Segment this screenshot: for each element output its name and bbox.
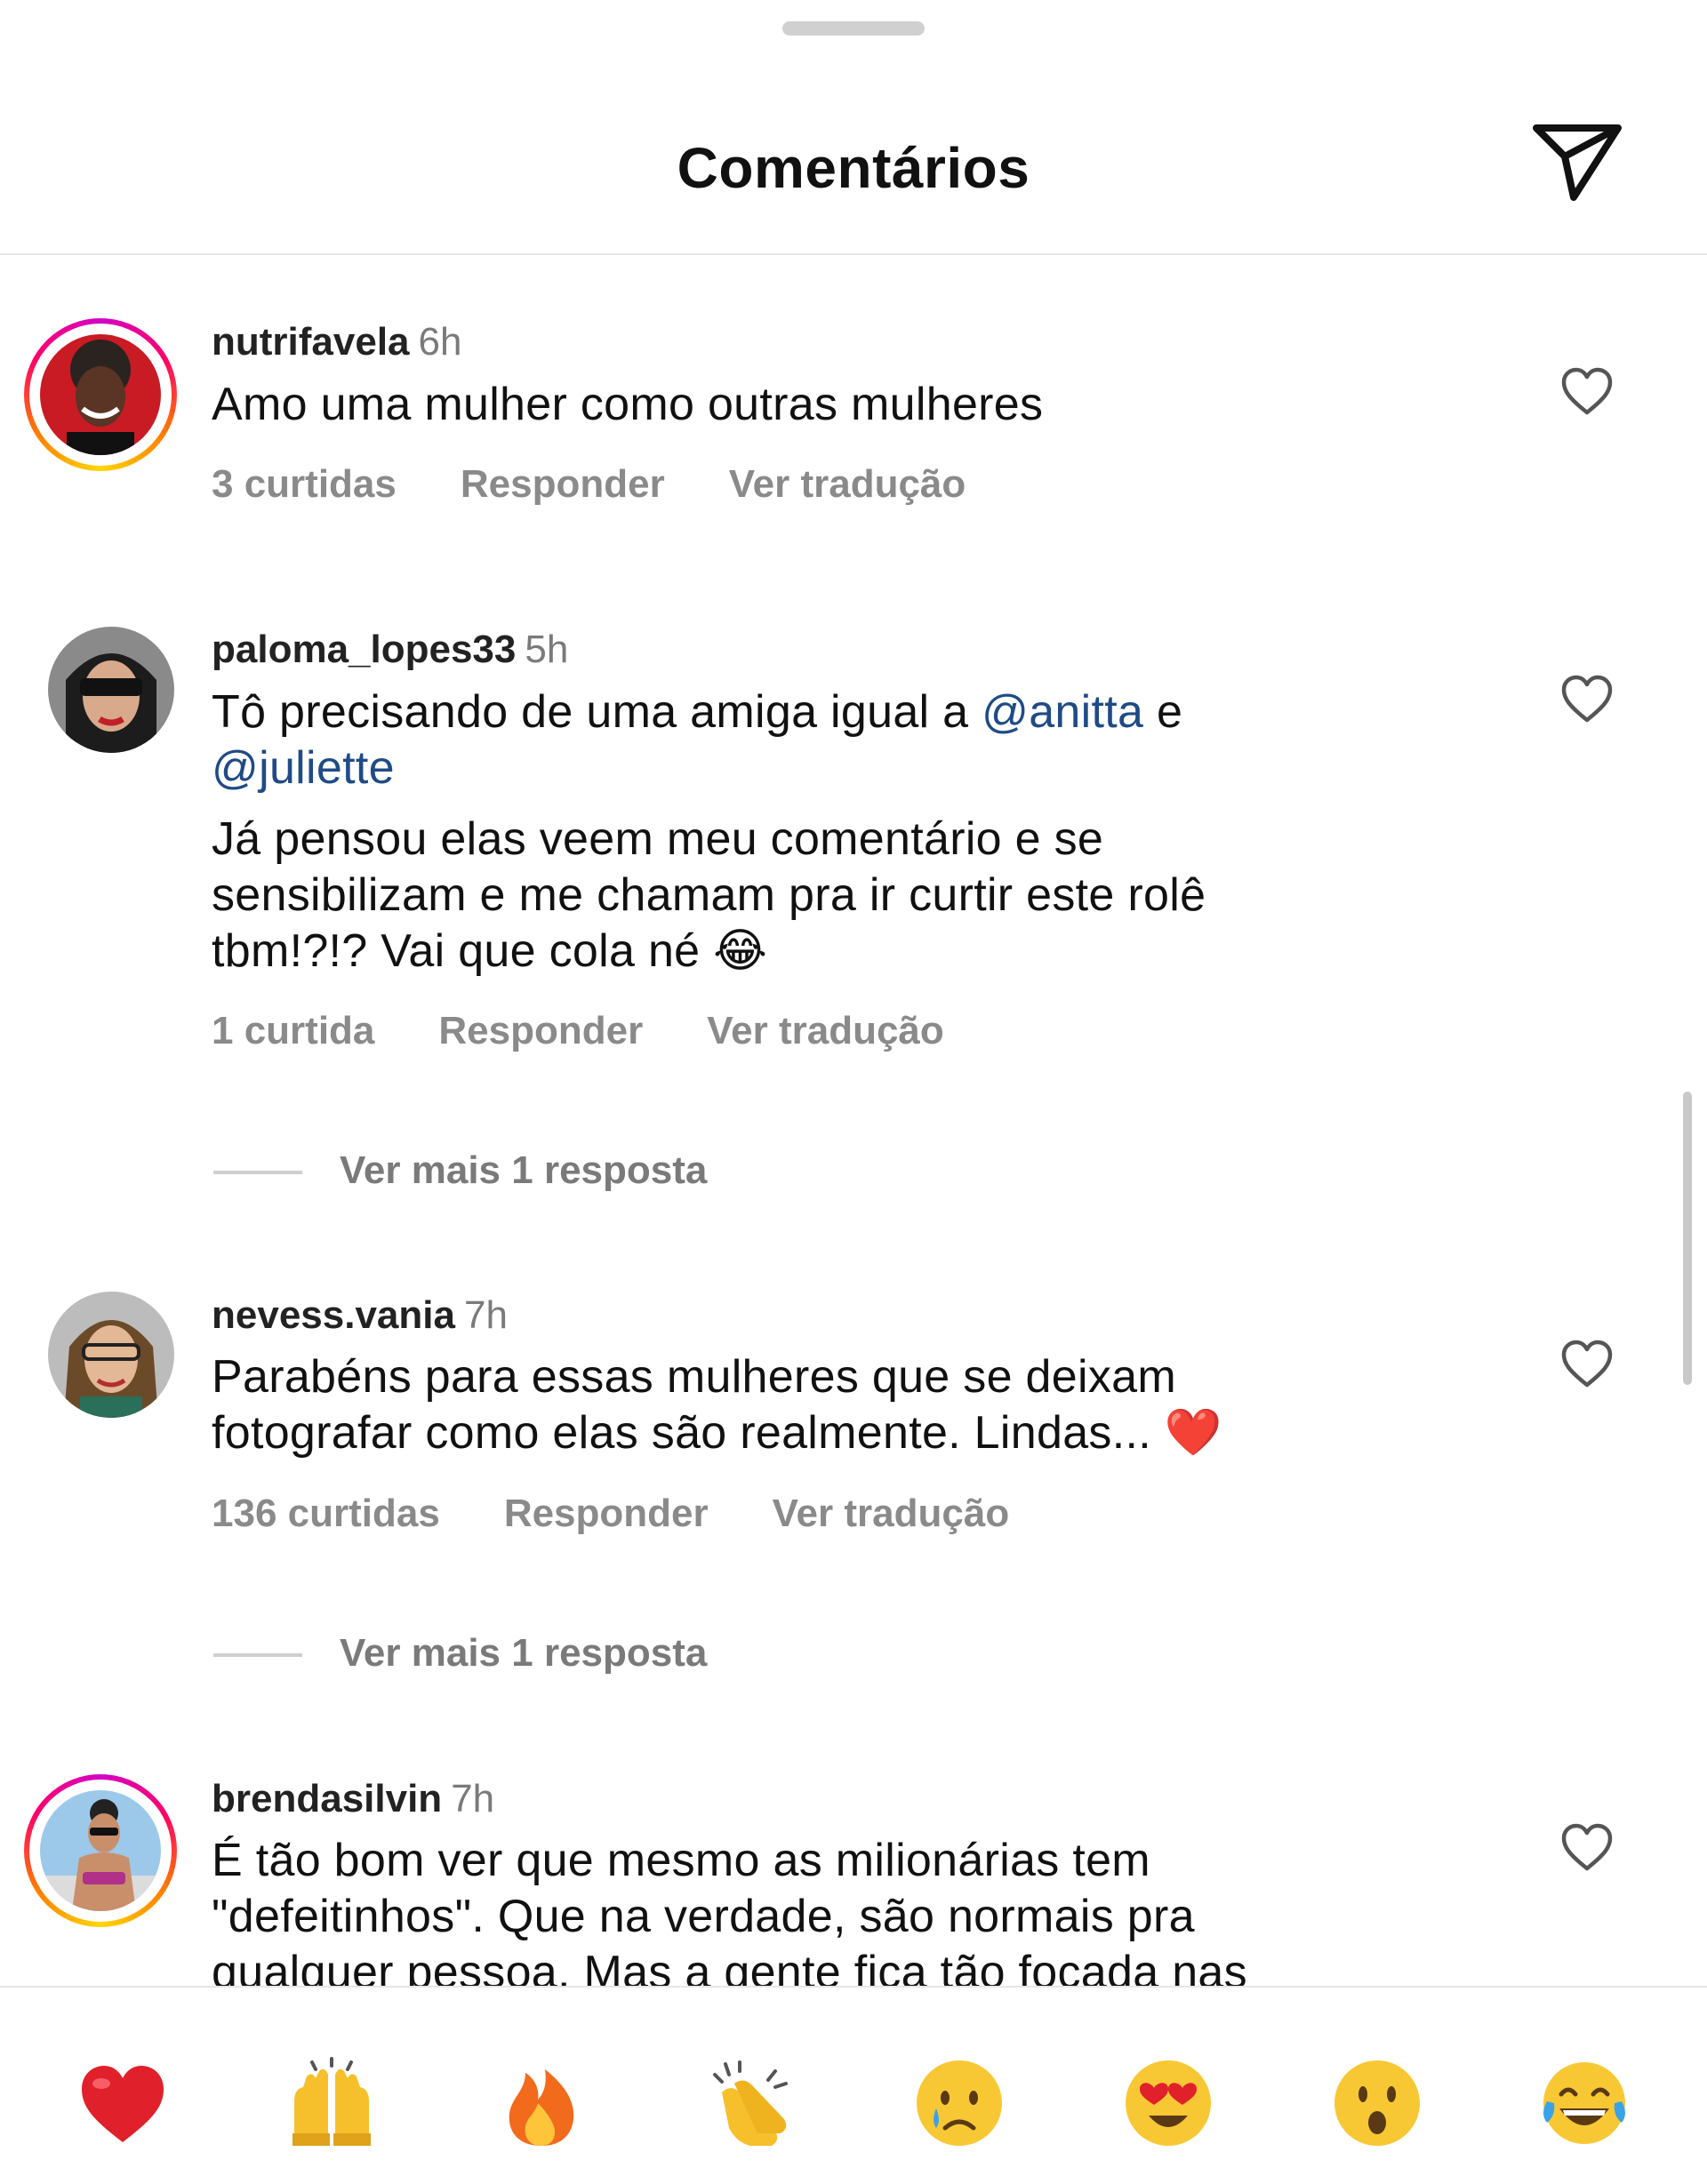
astonished-face-icon bbox=[1334, 2060, 1420, 2146]
comment-header: nutrifavela 6h bbox=[212, 317, 461, 367]
heart-outline-icon bbox=[1561, 675, 1613, 723]
thread-line bbox=[213, 1653, 302, 1658]
view-more-replies-label: Ver mais 1 resposta bbox=[340, 1148, 708, 1192]
mention-link[interactable]: @juliette bbox=[212, 742, 395, 794]
heart-outline-icon bbox=[1561, 367, 1613, 415]
likes-count[interactable]: 136 curtidas bbox=[212, 1492, 440, 1535]
comment-header: brendasilvin 7h bbox=[212, 1774, 494, 1824]
comment-text: Tô precisando de uma amiga igual a @anit… bbox=[212, 684, 1385, 980]
red-heart-icon bbox=[82, 2066, 164, 2142]
heart-outline-icon bbox=[1561, 1823, 1613, 1871]
translate-button[interactable]: Ver tradução bbox=[773, 1492, 1010, 1535]
comment-text: Amo uma mulher como outras mulheres bbox=[212, 377, 1385, 433]
avatar[interactable] bbox=[40, 1790, 161, 1911]
comment-line: tbm!?!? Vai que cola né 😂 bbox=[212, 925, 768, 977]
comment-text: É tão bom ver que mesmo as milionárias t… bbox=[212, 1833, 1385, 2001]
timestamp: 6h bbox=[418, 320, 462, 364]
like-button[interactable] bbox=[1560, 1822, 1614, 1872]
fire-icon bbox=[509, 2069, 574, 2146]
username[interactable]: nutrifavela bbox=[212, 320, 410, 364]
view-more-replies[interactable]: Ver mais 1 resposta bbox=[213, 1148, 707, 1193]
crying-face-emoji-button[interactable] bbox=[913, 2057, 1006, 2149]
like-button[interactable] bbox=[1560, 366, 1614, 416]
comment-actions: 1 curtida Responder Ver tradução bbox=[212, 1009, 1008, 1053]
likes-count[interactable]: 3 curtidas bbox=[212, 462, 397, 506]
heart-eyes-emoji-button[interactable] bbox=[1122, 2057, 1214, 2149]
timestamp: 5h bbox=[525, 628, 569, 671]
timestamp: 7h bbox=[463, 1293, 508, 1337]
comment-line: É tão bom ver que mesmo as milionárias t… bbox=[212, 1835, 1150, 1886]
raising-hands-icon bbox=[293, 2057, 371, 2146]
comment-header: nevess.vania 7h bbox=[212, 1291, 508, 1340]
comments-sheet: Comentários nutrifavela 6h Amo uma mulher… bbox=[0, 0, 1707, 2184]
drag-handle[interactable] bbox=[782, 21, 925, 36]
username[interactable]: brendasilvin bbox=[212, 1777, 442, 1820]
comment-line: fotografar como elas são realmente. Lind… bbox=[212, 1407, 1222, 1459]
reply-button[interactable]: Responder bbox=[438, 1009, 643, 1052]
username[interactable]: nevess.vania bbox=[212, 1293, 455, 1337]
crying-face-icon bbox=[917, 2060, 1002, 2146]
clapping-hands-icon bbox=[713, 2060, 788, 2146]
reply-button[interactable]: Responder bbox=[461, 462, 665, 506]
translate-button[interactable]: Ver tradução bbox=[707, 1009, 944, 1052]
heart-eyes-icon bbox=[1126, 2060, 1211, 2146]
fire-emoji-button[interactable] bbox=[495, 2057, 588, 2149]
paper-plane-icon bbox=[1533, 124, 1622, 201]
view-more-replies-label: Ver mais 1 resposta bbox=[340, 1631, 708, 1675]
heart-outline-icon bbox=[1561, 1340, 1613, 1388]
comment-line: e bbox=[1143, 686, 1183, 738]
raising-hands-emoji-button[interactable] bbox=[285, 2057, 378, 2149]
comment-line: sensibilizam e me chamam pra ir curtir e… bbox=[212, 869, 1206, 921]
translate-button[interactable]: Ver tradução bbox=[729, 462, 966, 506]
comment-line: Tô precisando de uma amiga igual a bbox=[212, 686, 982, 738]
scrollbar[interactable] bbox=[1683, 1092, 1692, 1385]
clapping-hands-emoji-button[interactable] bbox=[704, 2057, 797, 2149]
like-button[interactable] bbox=[1560, 674, 1614, 724]
astonished-face-emoji-button[interactable] bbox=[1331, 2057, 1423, 2149]
username[interactable]: paloma_lopes33 bbox=[212, 628, 516, 671]
likes-count[interactable]: 1 curtida bbox=[212, 1009, 374, 1052]
page-title: Comentários bbox=[677, 136, 1030, 200]
comment-line: Amo uma mulher como outras mulheres bbox=[212, 379, 1044, 430]
comments-header: Comentários bbox=[0, 0, 1707, 255]
avatar[interactable] bbox=[40, 334, 161, 455]
timestamp: 7h bbox=[451, 1777, 495, 1820]
comment-header: paloma_lopes33 5h bbox=[212, 625, 568, 675]
tears-of-joy-icon bbox=[1543, 2062, 1625, 2144]
share-button[interactable] bbox=[1529, 116, 1627, 204]
red-heart-emoji-button[interactable] bbox=[76, 2057, 169, 2149]
tears-of-joy-emoji-button[interactable] bbox=[1538, 2057, 1631, 2149]
comment-line: Já pensou elas veem meu comentário e se bbox=[212, 813, 1104, 865]
comment-line: Parabéns para essas mulheres que se deix… bbox=[212, 1351, 1176, 1403]
comment-line: "defeitinhos". Que na verdade, são norma… bbox=[212, 1891, 1195, 1942]
view-more-replies[interactable]: Ver mais 1 resposta bbox=[213, 1631, 707, 1676]
quick-reaction-bar bbox=[0, 1986, 1707, 2184]
mention-link[interactable]: @anitta bbox=[982, 686, 1143, 738]
comment-actions: 136 curtidas Responder Ver tradução bbox=[212, 1492, 1073, 1536]
like-button[interactable] bbox=[1560, 1339, 1614, 1388]
avatar[interactable] bbox=[48, 627, 174, 753]
thread-line bbox=[213, 1171, 302, 1175]
avatar[interactable] bbox=[48, 1292, 174, 1418]
comment-text: Parabéns para essas mulheres que se deix… bbox=[212, 1349, 1385, 1461]
comment-actions: 3 curtidas Responder Ver tradução bbox=[212, 462, 1030, 507]
reply-button[interactable]: Responder bbox=[504, 1492, 709, 1535]
